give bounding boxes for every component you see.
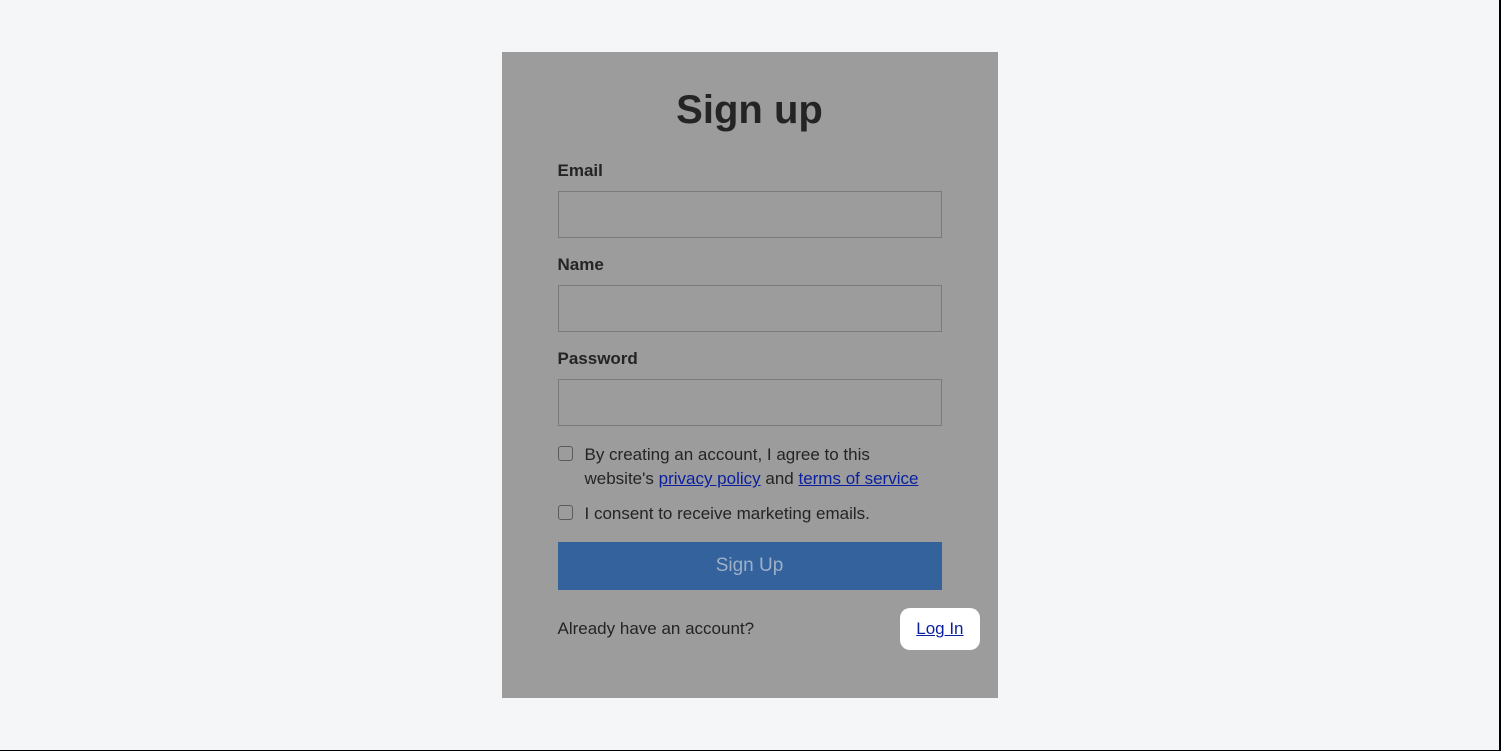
marketing-row: I consent to receive marketing emails.: [558, 502, 942, 527]
login-button[interactable]: Log In: [900, 608, 979, 650]
signup-button[interactable]: Sign Up: [558, 542, 942, 590]
already-have-account-text: Already have an account?: [558, 619, 755, 639]
signup-card: Sign up Email Name Password By creating …: [502, 52, 998, 699]
password-input[interactable]: [558, 379, 942, 426]
password-label: Password: [558, 349, 942, 369]
terms-row: By creating an account, I agree to this …: [558, 443, 942, 492]
terms-middle: and: [761, 469, 799, 488]
name-input[interactable]: [558, 285, 942, 332]
name-label: Name: [558, 255, 942, 275]
terms-of-service-link[interactable]: terms of service: [798, 469, 918, 488]
marketing-checkbox[interactable]: [558, 505, 573, 520]
privacy-policy-link[interactable]: privacy policy: [659, 469, 761, 488]
email-label: Email: [558, 161, 942, 181]
marketing-text: I consent to receive marketing emails.: [585, 502, 870, 527]
terms-text: By creating an account, I agree to this …: [585, 443, 942, 492]
footer: Already have an account? Log In: [558, 608, 942, 650]
terms-checkbox[interactable]: [558, 446, 573, 461]
email-input[interactable]: [558, 191, 942, 238]
page-title: Sign up: [558, 88, 942, 133]
